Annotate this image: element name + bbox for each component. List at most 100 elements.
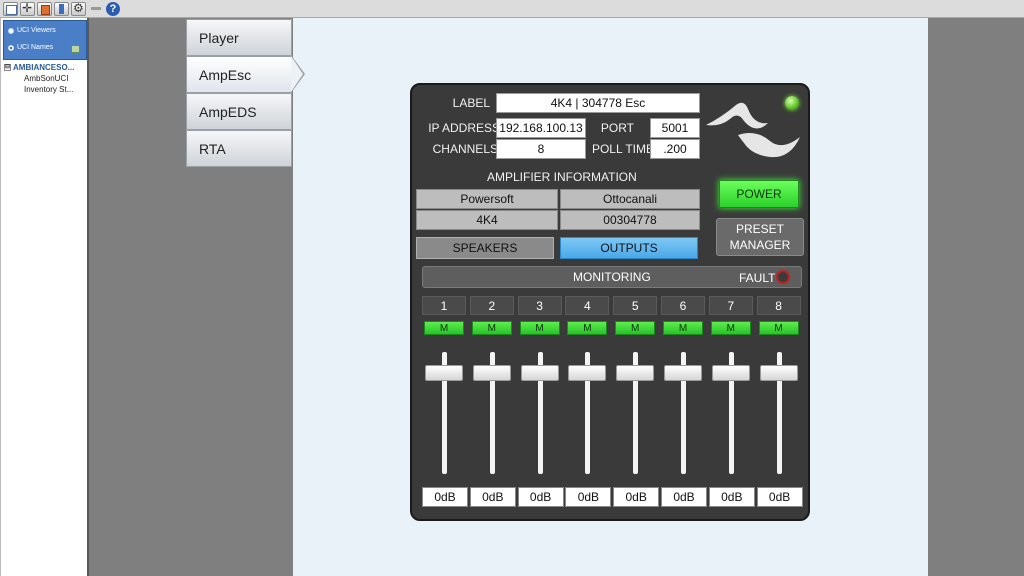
channel-number: 3	[517, 296, 562, 315]
navigator-panel: UCI Viewers UCI Names ⊟ AMBIANCESO... Am…	[0, 18, 89, 576]
tab-rta[interactable]: RTA	[186, 130, 292, 167]
names-icon[interactable]	[71, 45, 80, 53]
tree-item-ambsonuci[interactable]: AmbSonUCI	[4, 74, 74, 83]
collapse-icon[interactable]: ⊟	[4, 64, 11, 71]
power-button[interactable]: POWER	[719, 180, 799, 208]
move-icon[interactable]	[20, 1, 35, 16]
radio-selected-icon[interactable]	[8, 44, 14, 51]
label-field[interactable]: 4K4 | 304778 Esc	[496, 93, 700, 113]
channel-strip: 8 M 0dB	[756, 296, 803, 510]
channel-strip: 3 M 0dB	[517, 296, 564, 510]
gain-readout[interactable]: 0dB	[756, 487, 803, 507]
gain-readout[interactable]: 0dB	[613, 487, 660, 507]
channel-number: 4	[565, 296, 610, 315]
uci-viewers-label: UCI Viewers	[17, 27, 56, 34]
gain-readout[interactable]: 0dB	[517, 487, 564, 507]
channel-number: 1	[422, 296, 466, 315]
speakers-button[interactable]: SPEAKERS	[416, 237, 554, 259]
amplifier-info-heading: AMPLIFIER INFORMATION	[487, 170, 637, 184]
fader-handle[interactable]	[711, 365, 750, 382]
gain-readout[interactable]: 0dB	[565, 487, 612, 507]
monitoring-bar: MONITORING FAULT	[422, 266, 802, 288]
outputs-button[interactable]: OUTPUTS	[560, 237, 698, 259]
tab-label: AmpEsc	[199, 66, 252, 83]
mute-button[interactable]: M	[663, 321, 703, 335]
tag-icon[interactable]	[37, 1, 52, 16]
poll-time-caption: POLL TIME	[591, 142, 654, 156]
port-caption: PORT	[600, 121, 634, 135]
window-icon[interactable]	[3, 1, 18, 16]
tree-item-inventory[interactable]: Inventory St...	[4, 85, 74, 94]
ip-address-field[interactable]: 192.168.100.13	[496, 118, 586, 138]
amp-serial-cell: 00304778	[560, 210, 700, 230]
channel-number: 7	[708, 296, 753, 315]
status-led-icon	[785, 96, 799, 110]
channel-strip: 5 M 0dB	[613, 296, 660, 510]
mute-button[interactable]: M	[710, 321, 751, 335]
channel-number: 2	[469, 296, 514, 315]
channel-strip: 1 M 0dB	[422, 296, 468, 510]
radio-icon[interactable]	[8, 27, 14, 34]
active-tab-arrow-fill	[291, 56, 303, 92]
tree-root-label: AMBIANCESO...	[13, 63, 75, 72]
fader-handle[interactable]	[759, 365, 798, 382]
fader-handle[interactable]	[520, 365, 559, 382]
channels-caption: CHANNELS	[432, 142, 498, 156]
port-field[interactable]: 5001	[650, 118, 700, 138]
channel-strip: 4 M 0dB	[565, 296, 612, 510]
channel-number: 6	[661, 296, 705, 315]
gain-readout[interactable]: 0dB	[422, 487, 468, 507]
uci-tree: ⊟ AMBIANCESO... AmbSonUCI Inventory St..…	[4, 63, 74, 94]
view-mode-selector: UCI Viewers UCI Names	[3, 20, 87, 60]
fader-handle[interactable]	[616, 365, 655, 382]
fader-handle[interactable]	[425, 365, 463, 382]
tab-label: RTA	[199, 140, 226, 157]
mute-button[interactable]: M	[424, 321, 464, 335]
tab-player[interactable]: Player	[186, 19, 292, 56]
right-gutter	[928, 18, 1024, 576]
channel-strip: 6 M 0dB	[661, 296, 707, 510]
help-icon[interactable]: ?	[106, 1, 120, 16]
mute-button[interactable]: M	[471, 321, 512, 335]
bookmark-icon[interactable]	[54, 1, 69, 16]
tab-label: Player	[199, 29, 239, 46]
amp-brand-cell: Powersoft	[416, 189, 558, 209]
toolbar-separator	[91, 7, 101, 10]
preset-manager-button[interactable]: PRESET MANAGER	[716, 218, 804, 256]
fault-led-icon	[776, 270, 790, 284]
mute-button[interactable]: M	[615, 321, 656, 335]
fader-handle[interactable]	[472, 365, 511, 382]
label-caption: LABEL	[452, 96, 490, 110]
channel-number: 8	[756, 296, 801, 315]
top-toolbar: ?	[0, 0, 1024, 18]
tab-label: AmpEDS	[199, 103, 257, 120]
tree-root-item[interactable]: ⊟ AMBIANCESO...	[4, 63, 74, 72]
amp-series-cell: Ottocanali	[560, 189, 700, 209]
uci-names-option[interactable]: UCI Names	[8, 44, 53, 51]
fader-handle[interactable]	[664, 365, 702, 382]
channel-strip: 7 M 0dB	[708, 296, 755, 510]
settings-icon[interactable]	[71, 1, 86, 16]
channels-field[interactable]: 8	[496, 139, 586, 159]
uci-viewers-option[interactable]: UCI Viewers	[8, 27, 56, 34]
mute-button[interactable]: M	[567, 321, 608, 335]
tab-ampeds[interactable]: AmpEDS	[186, 93, 292, 130]
mute-button[interactable]: M	[758, 321, 799, 335]
amplifier-panel: LABEL 4K4 | 304778 Esc IP ADDRESS 192.16…	[410, 83, 810, 521]
tab-ampesc[interactable]: AmpEsc	[186, 56, 292, 93]
poll-time-field[interactable]: .200	[650, 139, 700, 159]
fader-handle[interactable]	[568, 365, 607, 382]
channel-number: 5	[613, 296, 658, 315]
uci-names-label: UCI Names	[17, 44, 54, 51]
gain-readout[interactable]: 0dB	[661, 487, 707, 507]
ip-caption: IP ADDRESS	[428, 121, 500, 135]
mute-button[interactable]: M	[519, 321, 560, 335]
preset-label-line2: MANAGER	[729, 238, 791, 252]
preset-label-line1: PRESET	[735, 222, 784, 236]
gain-readout[interactable]: 0dB	[708, 487, 755, 507]
channel-strip: 2 M 0dB	[469, 296, 516, 510]
amp-model-cell: 4K4	[416, 210, 558, 230]
fault-label: FAULT	[739, 271, 776, 285]
gain-readout[interactable]: 0dB	[469, 487, 516, 507]
monitoring-title: MONITORING	[573, 270, 651, 284]
